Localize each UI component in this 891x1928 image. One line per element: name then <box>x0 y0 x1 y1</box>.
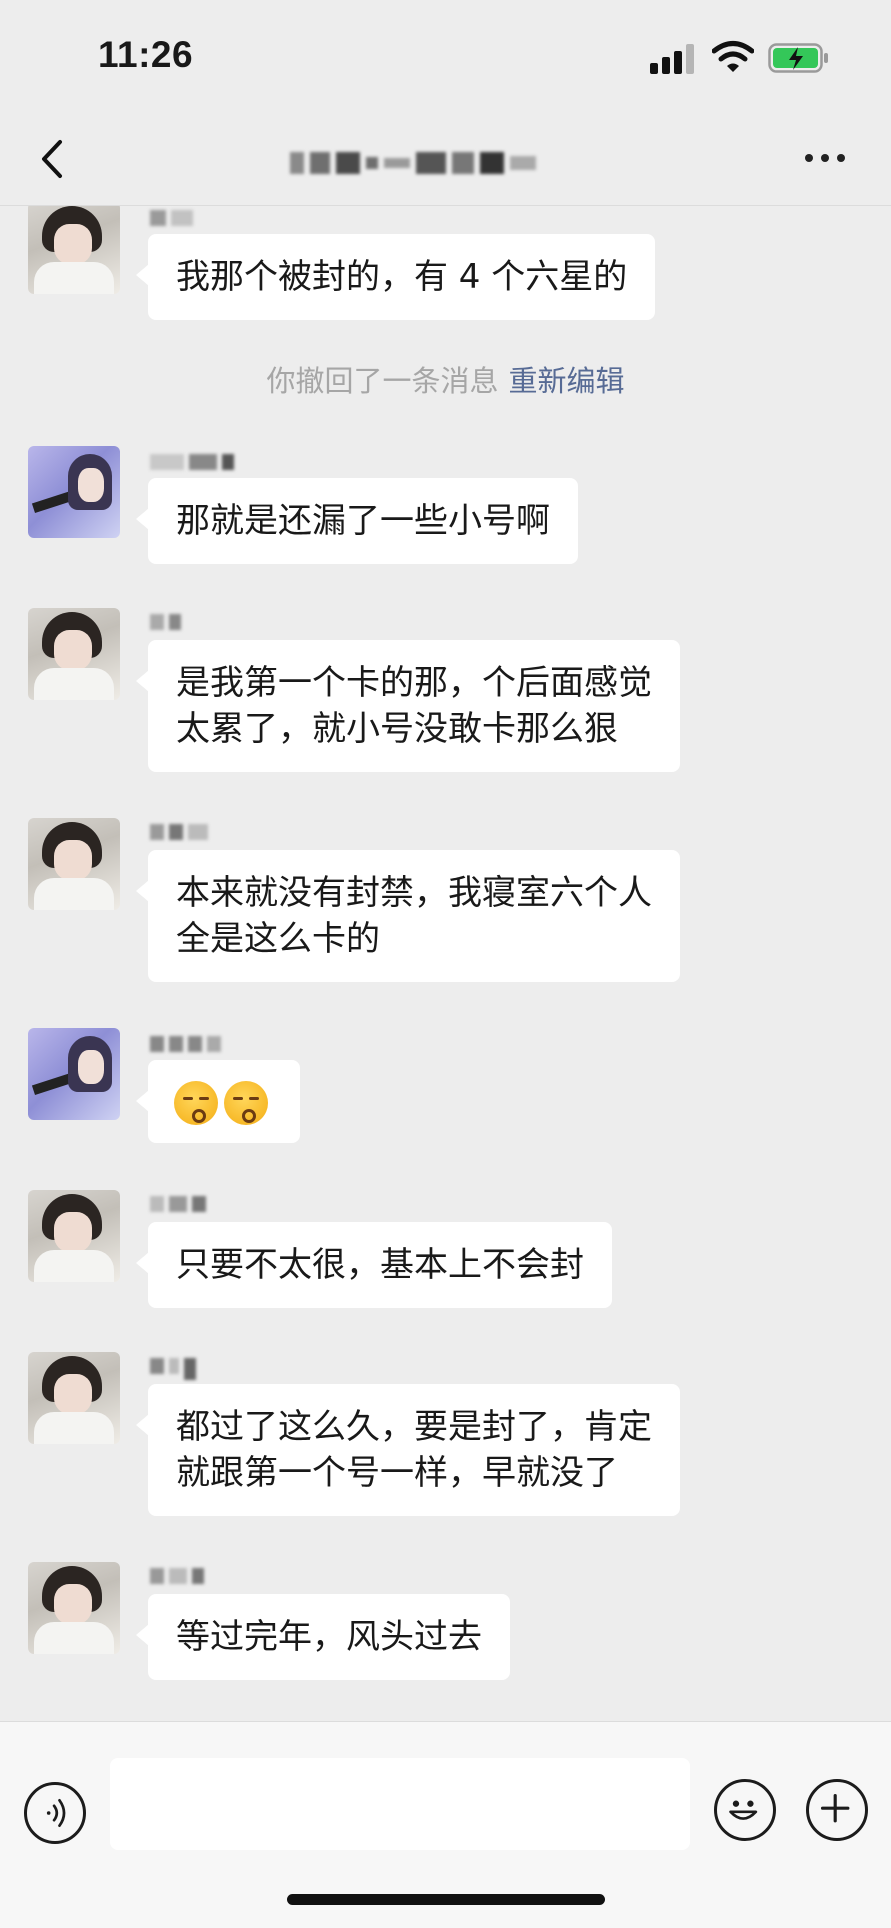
recall-notice-text: 你撤回了一条消息 <box>266 364 499 398</box>
message-bubble[interactable]: 只要不太很，基本上不会封 <box>136 1222 612 1308</box>
message-input[interactable] <box>110 1758 690 1850</box>
message-bubble[interactable]: 那就是还漏了一些小号啊 <box>136 478 578 564</box>
status-bar: 11:26 <box>0 0 891 110</box>
avatar[interactable] <box>28 446 120 538</box>
message-bubble[interactable]: 都过了这么久，要是封了，肯定 就跟第一个号一样，早就没了 <box>136 1384 680 1516</box>
avatar[interactable] <box>28 1190 120 1282</box>
confounded-face-icon <box>174 1080 218 1125</box>
plus-icon[interactable] <box>806 1779 868 1841</box>
wifi-icon <box>712 41 754 72</box>
message-bubble[interactable]: 本来就没有封禁，我寝室六个人 全是这么卡的 <box>136 850 680 982</box>
voice-icon[interactable] <box>24 1782 86 1844</box>
emoji-icon[interactable] <box>714 1779 776 1841</box>
message-bubble[interactable] <box>136 1060 300 1143</box>
chevron-left-icon[interactable] <box>34 136 74 182</box>
sender-name-redacted <box>150 1036 221 1054</box>
more-dots-icon[interactable] <box>805 154 845 164</box>
input-bar <box>0 1721 891 1928</box>
sender-name-redacted <box>150 614 181 632</box>
chat-header <box>0 110 891 206</box>
avatar[interactable] <box>28 1562 120 1654</box>
avatar[interactable] <box>28 818 120 910</box>
recall-notice: 你撤回了一条消息 重新编辑 <box>0 358 891 400</box>
message-bubble[interactable]: 等过完年，风头过去 <box>136 1594 510 1680</box>
message-list[interactable]: 我那个被封的，有 4 个六星的 你撤回了一条消息 重新编辑 那就是还漏了一些小号啊… <box>0 206 891 1721</box>
avatar[interactable] <box>28 1028 120 1120</box>
sender-name-redacted <box>150 824 208 842</box>
status-time: 11:26 <box>98 34 194 75</box>
chat-title-redacted <box>290 152 536 174</box>
message-bubble[interactable]: 我那个被封的，有 4 个六星的 <box>135 234 656 320</box>
sender-name-redacted <box>150 1358 196 1380</box>
sender-name-redacted <box>150 210 193 228</box>
message-bubble[interactable]: 是我第一个卡的那，个后面感觉 太累了，就小号没敢卡那么狠 <box>136 640 680 772</box>
sender-name-redacted <box>150 454 234 472</box>
signal-icon <box>650 44 698 74</box>
avatar[interactable] <box>28 608 120 700</box>
sender-name-redacted <box>150 1196 206 1214</box>
avatar[interactable] <box>28 206 120 294</box>
battery-icon <box>768 43 828 73</box>
avatar[interactable] <box>28 1352 120 1444</box>
sender-name-redacted <box>150 1568 204 1586</box>
confounded-face-icon <box>224 1080 268 1125</box>
re-edit-link[interactable]: 重新编辑 <box>509 364 625 398</box>
home-indicator <box>287 1894 605 1905</box>
